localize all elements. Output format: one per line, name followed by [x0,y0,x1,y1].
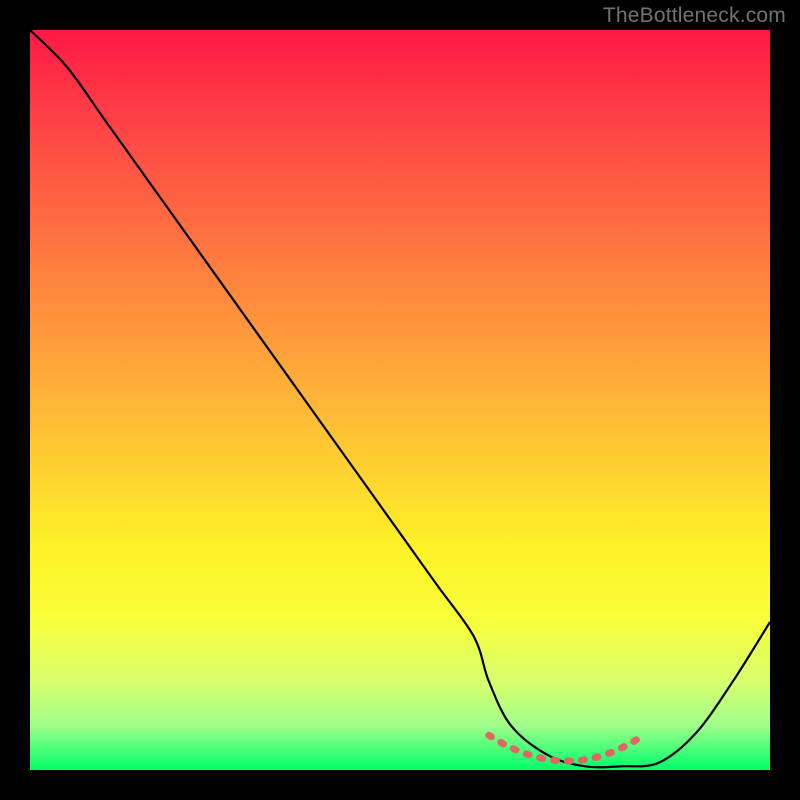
bottleneck-curve [30,30,770,767]
plot-area [30,30,770,770]
optimal-range-dash [489,735,644,761]
curve-svg [30,30,770,770]
chart-container: TheBottleneck.com [0,0,800,800]
watermark-text: TheBottleneck.com [603,4,786,28]
